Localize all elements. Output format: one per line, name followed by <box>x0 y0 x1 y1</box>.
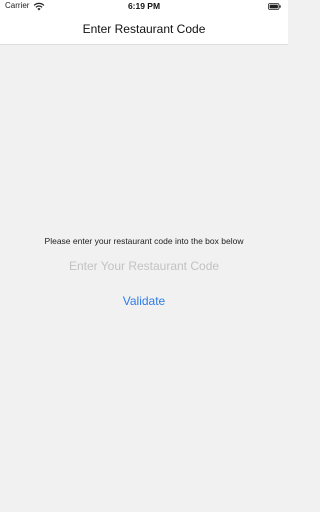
battery-icon <box>268 3 281 10</box>
validate-button[interactable]: Validate <box>104 291 184 311</box>
restaurant-code-input[interactable] <box>24 256 264 276</box>
navigation-bar: Enter Restaurant Code <box>0 14 288 45</box>
page-title: Enter Restaurant Code <box>82 22 206 36</box>
main-content: Please enter your restaurant code into t… <box>0 45 288 512</box>
instruction-text: Please enter your restaurant code into t… <box>44 236 244 246</box>
status-time: 6:19 PM <box>127 1 161 11</box>
status-bar: Carrier 6:19 PM <box>0 0 288 14</box>
